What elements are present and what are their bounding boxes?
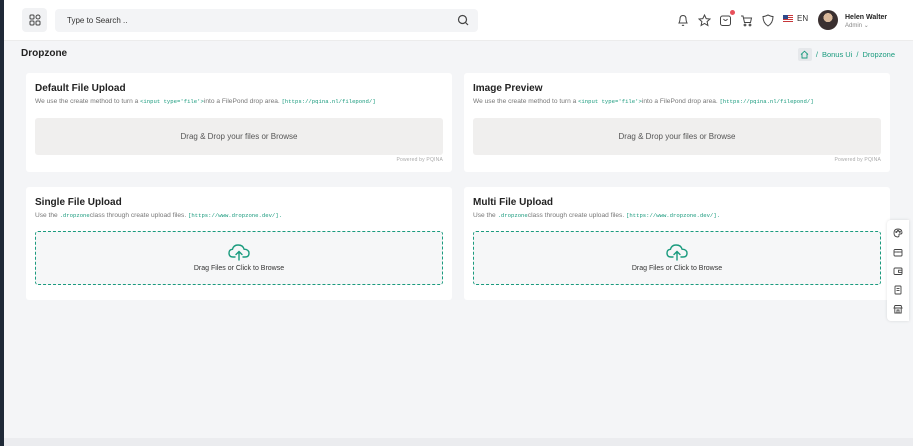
top-header: EN Helen Walter Admin ⌄ — [4, 0, 913, 41]
description-text: class through create upload files. — [527, 212, 627, 219]
user-role-text: Admin — [845, 23, 863, 29]
card-description: We use the create method to turn a <inpu… — [35, 98, 376, 105]
filepond-drop-area[interactable]: Drag & Drop your files or Browse — [35, 118, 443, 155]
description-text: We use the create method to turn a — [35, 98, 141, 105]
filepond-drop-area[interactable]: Drag & Drop your files or Browse — [473, 118, 881, 155]
bell-icon — [677, 14, 688, 26]
shield-icon — [761, 13, 774, 27]
description-text: into a FilePond drop area. — [203, 98, 282, 105]
breadcrumb-home[interactable] — [797, 48, 812, 61]
powered-by-credit[interactable]: Powered by PQINA — [834, 157, 881, 163]
powered-by-credit[interactable]: Powered by PQINA — [396, 157, 443, 163]
description-text: class through create upload files. — [89, 212, 189, 219]
card-description: We use the create method to turn a <inpu… — [473, 98, 814, 105]
description-code: <input type='file'> — [578, 98, 642, 105]
bag-button[interactable] — [718, 10, 735, 28]
dropzone-label: Drag Files or Click to Browse — [193, 265, 285, 272]
breadcrumb-separator: / — [815, 50, 818, 59]
image-preview-card: Image Preview We use the create method t… — [464, 73, 890, 172]
breadcrumb: / Bonus Ui / Dropzone — [797, 48, 895, 61]
cart-button[interactable] — [739, 12, 754, 28]
chevron-down-icon: ⌄ — [863, 23, 869, 29]
language-selector[interactable]: EN — [783, 14, 808, 23]
search-input[interactable] — [55, 9, 445, 32]
description-text: Use the — [473, 212, 498, 219]
right-quick-dock — [887, 220, 909, 321]
shop-icon[interactable] — [893, 304, 903, 314]
search-icon[interactable] — [457, 14, 469, 26]
avatar[interactable] — [818, 10, 838, 30]
card-title: Single File Upload — [35, 197, 122, 208]
page-title: Dropzone — [21, 48, 68, 59]
apps-icon — [29, 14, 40, 26]
star-icon — [698, 13, 711, 27]
cloud-upload-icon — [666, 244, 688, 261]
notification-badge — [730, 10, 735, 15]
description-code: <input type='file'> — [140, 98, 204, 105]
description-text: Use the — [35, 212, 60, 219]
palette-icon[interactable] — [893, 228, 903, 238]
single-file-upload-card: Single File Upload Use the .dropzoneclas… — [26, 187, 452, 300]
home-icon — [801, 50, 809, 59]
notification-button[interactable] — [675, 12, 690, 28]
drop-label: Drag & Drop your files or Browse — [618, 132, 736, 141]
box-icon[interactable] — [893, 247, 903, 257]
card-title: Image Preview — [473, 83, 543, 94]
description-code: .dropzone — [497, 212, 528, 219]
card-title: Multi File Upload — [473, 197, 553, 208]
cloud-upload-icon — [228, 244, 250, 261]
user-name: Helen Walter — [845, 14, 888, 21]
wallet-icon[interactable] — [893, 266, 903, 276]
description-link[interactable]: [https://www.dropzone.dev/]. — [188, 212, 282, 219]
bookmark-button[interactable] — [697, 12, 712, 28]
breadcrumb-item-dropzone: Dropzone — [862, 50, 895, 59]
breadcrumb-item-bonus-ui[interactable]: Bonus Ui — [822, 50, 852, 59]
dropzone-label: Drag Files or Click to Browse — [631, 265, 723, 272]
user-role: Admin ⌄ — [845, 22, 887, 31]
card-description: Use the .dropzoneclass through create up… — [473, 212, 720, 219]
description-link[interactable]: [https://pqina.nl/filepond/] — [282, 98, 376, 105]
description-code: .dropzone — [59, 212, 90, 219]
user-menu[interactable]: Helen Walter Admin ⌄ — [845, 13, 887, 31]
footer — [4, 438, 913, 446]
sidebar-edge — [0, 0, 4, 446]
description-text: into a FilePond drop area. — [641, 98, 720, 105]
description-text: We use the create method to turn a — [473, 98, 579, 105]
breadcrumb-separator: / — [856, 50, 859, 59]
multi-file-upload-card: Multi File Upload Use the .dropzoneclass… — [464, 187, 890, 300]
card-description: Use the .dropzoneclass through create up… — [35, 212, 282, 219]
us-flag-icon — [783, 15, 793, 22]
description-link[interactable]: [https://pqina.nl/filepond/] — [720, 98, 814, 105]
search-bar — [55, 9, 478, 32]
shopping-cart-icon — [741, 15, 753, 26]
default-file-upload-card: Default File Upload We use the create me… — [26, 73, 452, 172]
apps-menu-button[interactable] — [22, 8, 47, 32]
cart-bag-icon — [720, 15, 731, 26]
drop-label: Drag & Drop your files or Browse — [180, 132, 298, 141]
language-label: EN — [797, 14, 809, 23]
description-link[interactable]: [https://www.dropzone.dev/]. — [626, 212, 720, 219]
dropzone-area[interactable]: Drag Files or Click to Browse — [35, 231, 443, 285]
dropzone-area[interactable]: Drag Files or Click to Browse — [473, 231, 881, 285]
card-title: Default File Upload — [35, 83, 126, 94]
shield-button[interactable] — [760, 12, 775, 28]
document-icon[interactable] — [893, 285, 903, 295]
